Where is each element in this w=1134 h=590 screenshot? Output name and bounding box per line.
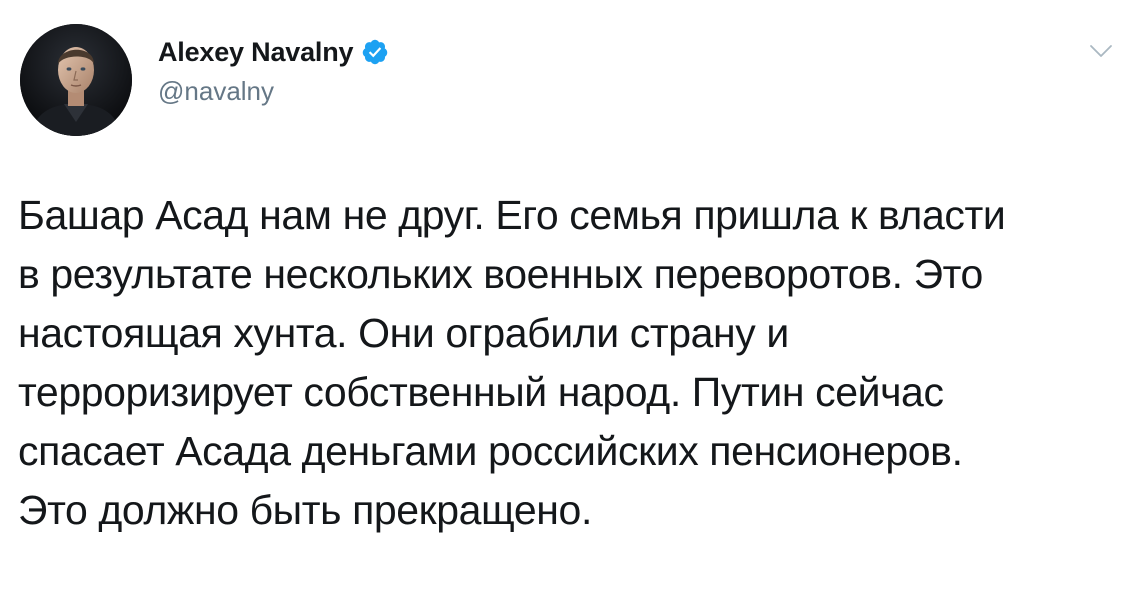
avatar-portrait-image <box>20 24 132 136</box>
avatar[interactable] <box>20 24 132 136</box>
author-handle[interactable]: @navalny <box>158 76 274 107</box>
tweet-card: Alexey Navalny @navalny Башар Асад нам н… <box>0 0 1134 590</box>
author-name-row: Alexey Navalny <box>158 34 389 70</box>
tweet-text: Башар Асад нам не друг. Его семья пришла… <box>18 192 1006 533</box>
verified-badge-icon <box>361 38 389 66</box>
author-name[interactable]: Alexey Navalny <box>158 37 354 68</box>
chevron-down-icon[interactable] <box>1088 42 1114 60</box>
